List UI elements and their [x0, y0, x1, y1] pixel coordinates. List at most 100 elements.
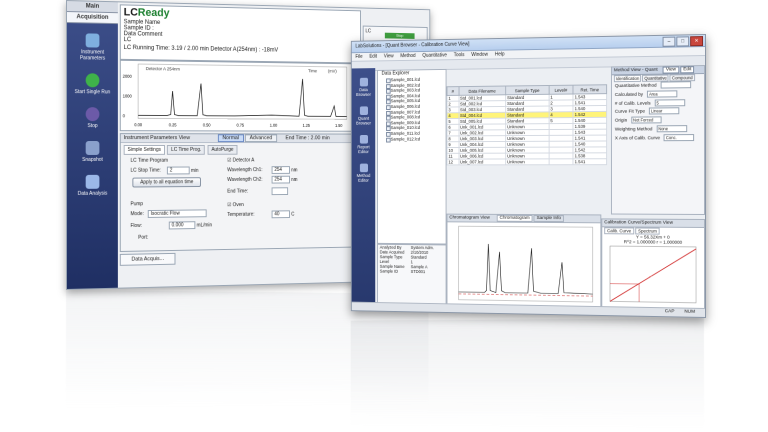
y-tick-label: 0	[123, 113, 126, 118]
temperature-input[interactable]: 40	[271, 210, 290, 219]
end-time-label: End Time : 2.00 min	[285, 135, 330, 142]
nav-data-browser-label: Data Browser	[356, 87, 371, 97]
realtime-chromatogram: Detector A 254nm Time (mV) 0 1000 2000 0.0…	[119, 59, 361, 132]
info-value: Standard	[410, 254, 427, 260]
instrument-parameters-button[interactable]: Instrument Parameters	[67, 31, 118, 64]
wl-ch2-unit: nm	[291, 176, 298, 183]
nav-report-editor[interactable]: Report Editor	[352, 134, 375, 154]
oven-checkbox[interactable]: ☑ Oven	[227, 202, 244, 208]
menu-quantitative[interactable]: Quantitative	[422, 53, 447, 59]
data-analysis-button[interactable]: Data Analysis	[67, 173, 118, 199]
minimize-icon[interactable]: –	[662, 36, 676, 47]
window-controls: – □ ✕	[662, 36, 704, 48]
method-field-label: Curve Fit Type	[614, 109, 646, 115]
stop-time-label: LC Stop Time:	[130, 167, 161, 174]
wl-ch2-label: Wavelength Ch2:	[227, 176, 263, 183]
stop-time-input[interactable]: 2	[166, 166, 190, 175]
wl-ch1-input[interactable]: 254	[271, 166, 290, 174]
method-field-input[interactable]: Area	[647, 90, 678, 98]
table-header-cell[interactable]: Level#	[548, 85, 574, 95]
lc-prefix: LC	[123, 6, 138, 19]
table-body: 1 Std_001.lcd Standard 1 1.543 2 Std_002.lcd St…	[447, 93, 607, 165]
stop-label: Stop	[87, 123, 98, 130]
method-field-row: X Axis of Calib. Curve Conc.	[612, 133, 704, 143]
table-header-cell[interactable]: Ret. Time	[573, 84, 607, 95]
instrument-parameters-view: Instrument Parameters View Normal Advanc…	[119, 133, 361, 252]
calibration-plot	[602, 244, 702, 307]
method-field-input[interactable]: 5	[654, 98, 686, 107]
table-row[interactable]: 12 Unk_007.lcd Unknown 1.541	[447, 158, 607, 165]
nav-data-browser[interactable]: Data Browser	[352, 77, 375, 97]
stop-button[interactable]: Stop	[67, 105, 118, 131]
data-browser-icon	[359, 77, 368, 87]
sample-info-panel: Analyzed By System Adm. Date Acquired 2/10/…	[377, 243, 447, 307]
params-header: Instrument Parameters View Normal Advanc…	[120, 134, 361, 144]
chrom-legend: Detector A 254nm	[146, 66, 180, 71]
method-field-input[interactable]: Not Forced	[631, 116, 662, 124]
chrom-time-label: Time	[308, 68, 317, 73]
menu-window[interactable]: Window	[471, 52, 488, 58]
params-tabs: Simple Settings LC Time Prog. AutoPurge	[121, 143, 360, 157]
chrom-x-ticks: 0.00 0.25 0.50 0.75 1.00 1.25 1.50	[134, 122, 343, 128]
start-single-run-button[interactable]: Start Single Run	[67, 71, 118, 97]
tab-calib-curve[interactable]: Calib. Curve	[604, 227, 635, 235]
lc-state: Ready	[137, 6, 170, 20]
wl-ch1-label: Wavelength Ch1:	[227, 167, 263, 174]
normal-mode-button[interactable]: Normal	[217, 134, 244, 143]
snapshot-button[interactable]: Snapshot	[67, 139, 118, 165]
left-sidebar: Main Acquisition Instrument Parameters S…	[66, 1, 118, 289]
maximize-icon[interactable]: □	[676, 36, 690, 47]
status-num: NUM	[684, 309, 696, 315]
chrom-y-ticks: 0 1000 2000	[123, 74, 133, 119]
detector-checkbox[interactable]: ☑ Detector A	[227, 158, 254, 164]
quant-browser-icon	[359, 106, 368, 116]
method-edit-button[interactable]: Edit	[680, 66, 695, 74]
flow-input[interactable]: 0.000	[168, 221, 196, 230]
method-editor-icon	[359, 163, 368, 173]
chromatogram-view-plot	[447, 222, 598, 310]
tree-item[interactable]: Sample_012.lcd	[378, 136, 446, 142]
apply-all-button[interactable]: Apply to all equation time	[132, 177, 201, 188]
menu-tools[interactable]: Tools	[454, 52, 465, 58]
mode-select[interactable]: Isocratic Flow	[147, 209, 207, 218]
end-time-input[interactable]	[271, 187, 289, 196]
tab-simple-settings[interactable]: Simple Settings	[123, 145, 165, 155]
x-tick-label: 0.75	[237, 123, 245, 128]
method-field-label: X Axis of Calib. Curve	[614, 135, 661, 141]
method-field-input[interactable]: None	[656, 124, 687, 133]
close-icon[interactable]: ✕	[690, 36, 704, 47]
tab-acquisition[interactable]: Acquisition	[66, 12, 118, 25]
nav-quant-browser[interactable]: Quant Browser	[352, 106, 375, 126]
menu-view[interactable]: View	[384, 53, 394, 59]
postrun-analysis-window: LabSolutions - [Quant Browser - Calibrat…	[350, 34, 706, 318]
table-header-cell[interactable]: #	[447, 86, 459, 96]
report-editor-icon	[359, 134, 368, 144]
tab-chromatogram[interactable]: Chromatogram	[496, 214, 533, 222]
nav-method-editor[interactable]: Method Editor	[352, 163, 375, 183]
tab-autopurge[interactable]: AutoPurge	[207, 145, 238, 155]
menu-method[interactable]: Method	[400, 53, 415, 59]
method-field-input[interactable]	[660, 81, 692, 89]
table-cell: Unknown	[505, 158, 549, 165]
side-status-badge: Stop	[384, 32, 415, 39]
tab-sample-info[interactable]: Sample Info	[533, 215, 564, 223]
method-view-button[interactable]: View	[662, 66, 679, 74]
data-acquisition-tab[interactable]: Data Acquis...	[119, 252, 176, 266]
advanced-mode-button[interactable]: Advanced	[244, 134, 277, 143]
method-field-label: Quantitative Method	[614, 83, 657, 89]
table-cell: Unk_007.lcd	[458, 158, 506, 165]
nav-quant-browser-label: Quant Browser	[356, 115, 371, 126]
menu-help[interactable]: Help	[495, 52, 505, 58]
end-time-field-label: End Time:	[227, 188, 249, 195]
method-field-input[interactable]: Conc.	[663, 133, 695, 141]
menu-edit[interactable]: Edit	[369, 54, 377, 60]
method-field-input[interactable]: Linear	[648, 107, 680, 115]
analysis-nav: Data Browser Quant Browser Report Editor…	[351, 68, 376, 311]
table-cell: 1.541	[573, 158, 607, 165]
wl-ch2-input[interactable]: 254	[271, 175, 290, 184]
menu-file[interactable]: File	[355, 54, 362, 60]
oven-label: Oven	[232, 202, 244, 209]
port-label: Port:	[138, 234, 149, 241]
info-value: STD001	[410, 269, 426, 275]
tab-lc-time-prog[interactable]: LC Time Prog.	[167, 145, 206, 155]
